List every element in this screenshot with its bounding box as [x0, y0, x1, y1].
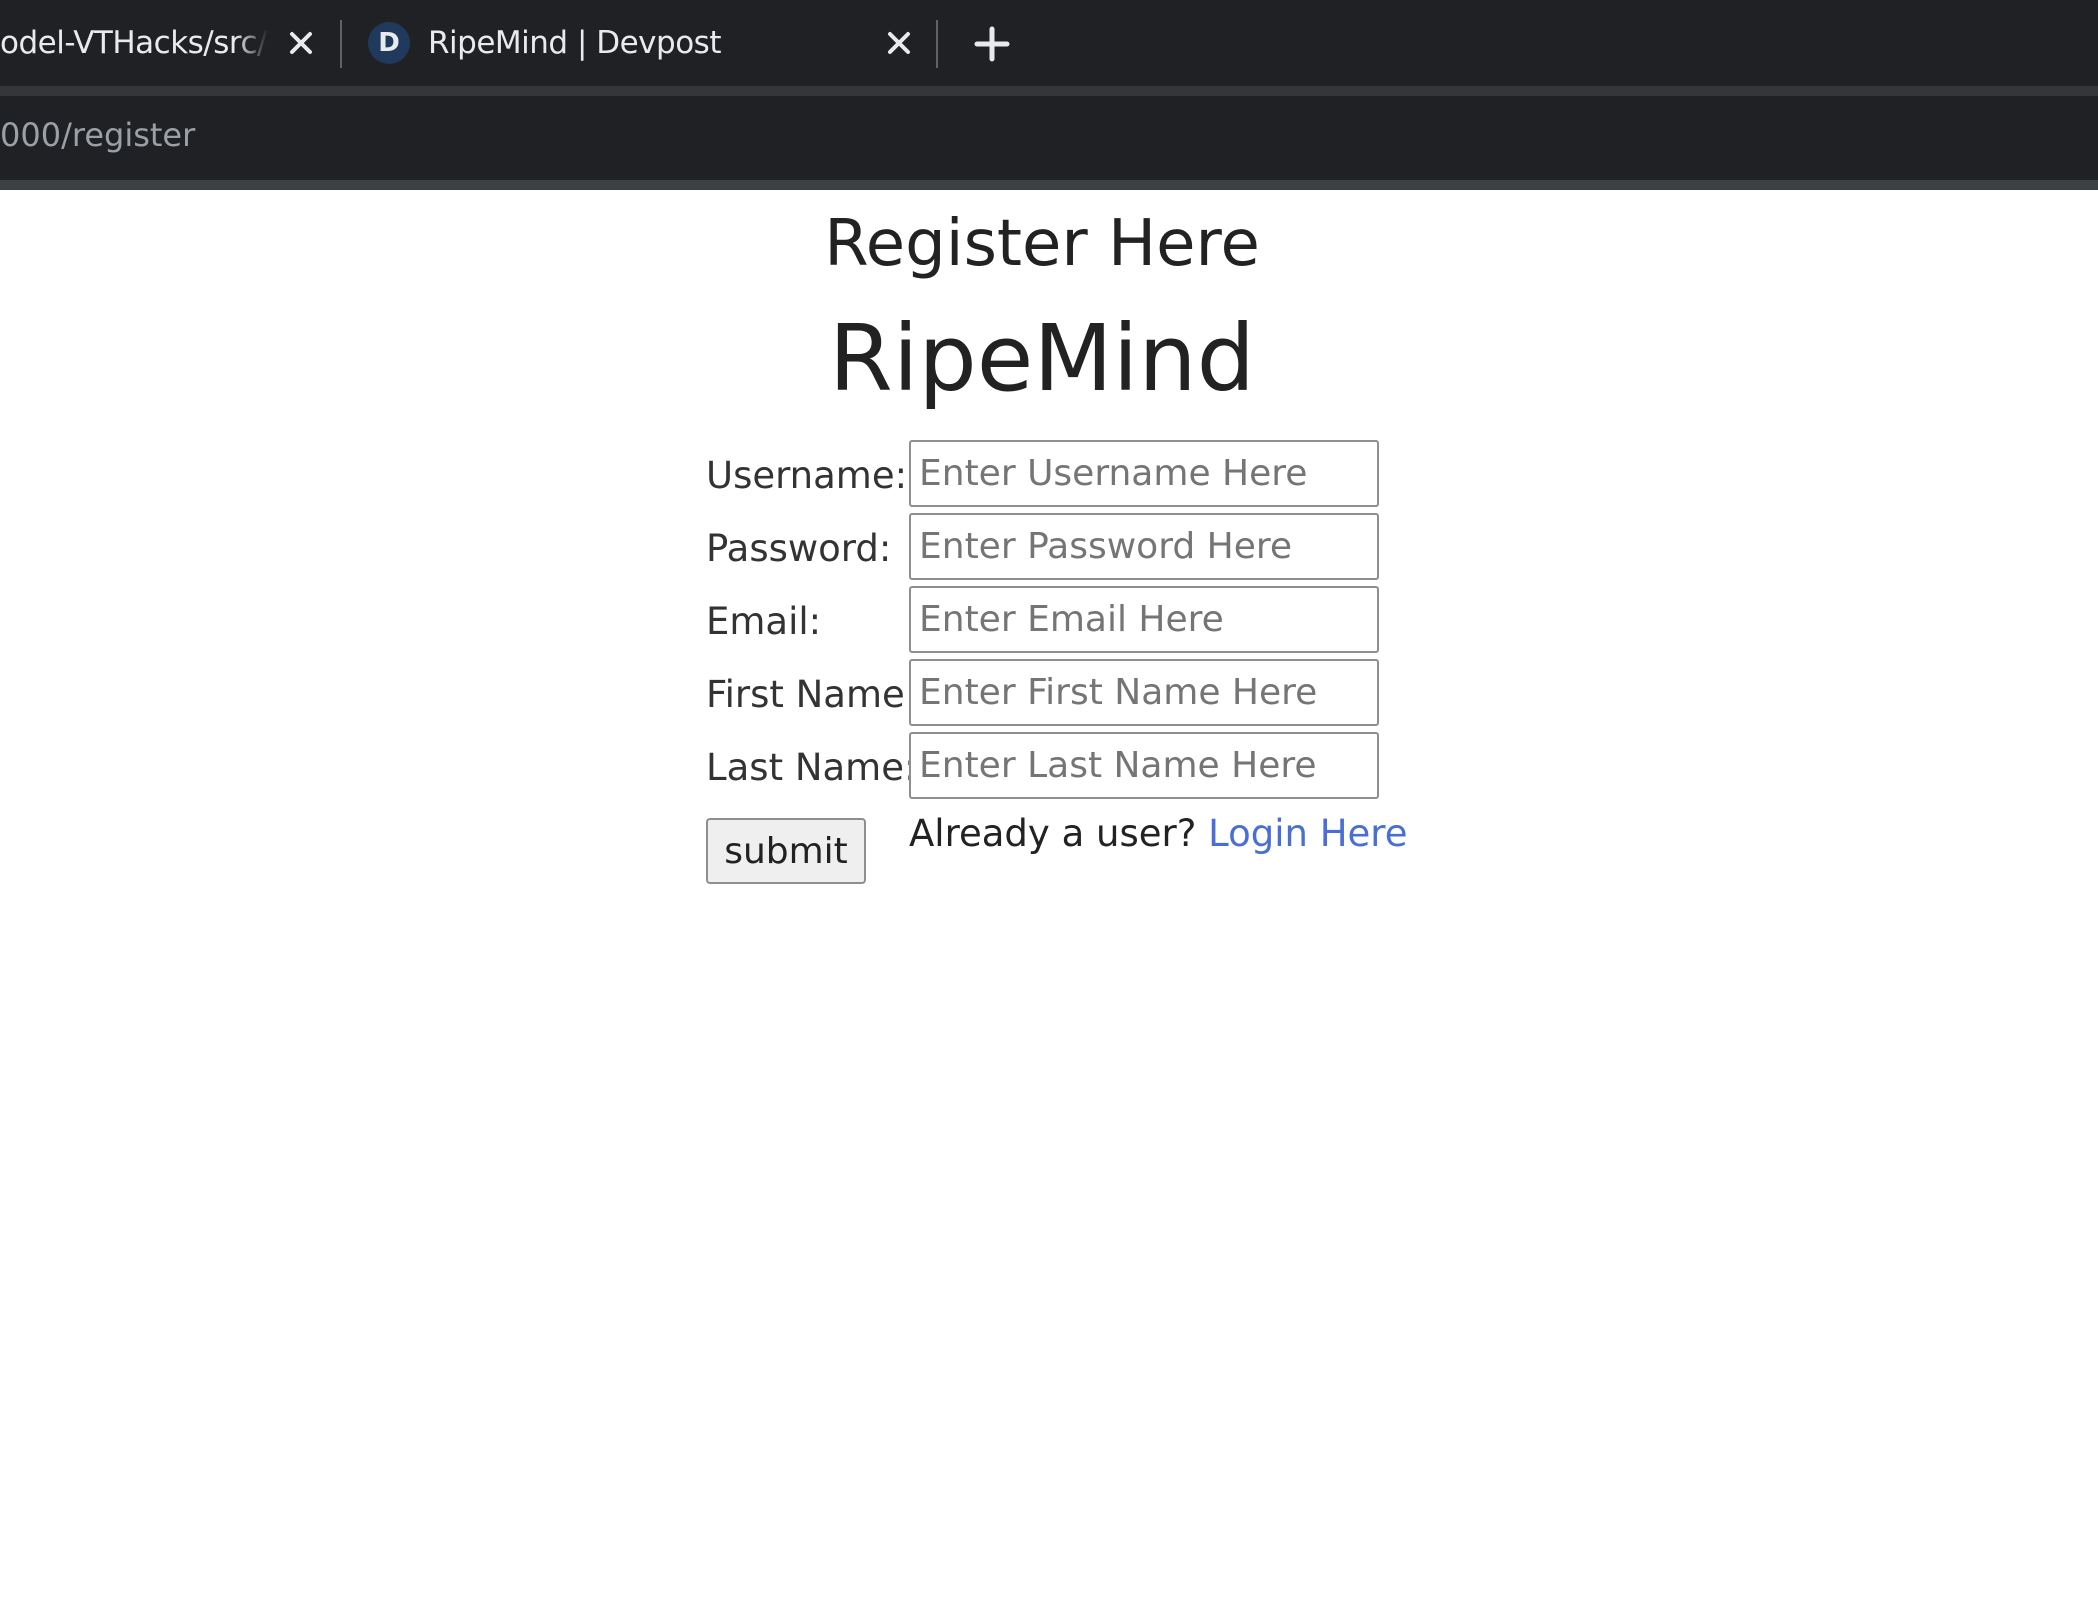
url-text[interactable]: 000/register	[0, 116, 195, 154]
first-name-label: First Name:	[706, 673, 918, 716]
submit-button[interactable]: submit	[706, 818, 866, 884]
login-link[interactable]: Login Here	[1208, 812, 1407, 855]
tab-title: odel-VTHacks/src/te	[0, 25, 268, 61]
toolbar-divider	[0, 86, 2098, 96]
email-input[interactable]	[909, 586, 1379, 653]
tab-ripemind-devpost[interactable]: D RipeMind | Devpost	[352, 8, 932, 78]
tab-separator	[340, 20, 342, 68]
page-heading: Register Here	[824, 207, 1260, 281]
browser-chrome: odel-VTHacks/src/te D RipeMind | Devpost	[0, 0, 2098, 190]
username-input[interactable]	[909, 440, 1379, 507]
close-icon[interactable]	[284, 26, 318, 60]
close-icon[interactable]	[882, 26, 916, 60]
address-bar[interactable]: 000/register	[0, 96, 2098, 180]
password-input[interactable]	[909, 513, 1379, 580]
first-name-input[interactable]	[909, 659, 1379, 726]
plus-icon[interactable]	[970, 22, 1014, 66]
brand-title: RipeMind	[828, 305, 1256, 412]
login-prompt: Already a user? Login Here	[909, 810, 1407, 858]
register-page: Register Here RipeMind Username: Passwor…	[0, 190, 2098, 1623]
tab-title: RipeMind | Devpost	[428, 25, 721, 61]
last-name-label: Last Name:	[706, 746, 917, 789]
login-prompt-text: Already a user?	[909, 812, 1197, 855]
last-name-input[interactable]	[909, 732, 1379, 799]
email-label: Email:	[706, 600, 822, 643]
chrome-bottom-border	[0, 180, 2098, 190]
devpost-favicon-icon: D	[368, 22, 410, 64]
tab-vthacks-source[interactable]: odel-VTHacks/src/te	[0, 8, 330, 78]
password-label: Password:	[706, 527, 892, 570]
tab-separator	[936, 20, 938, 68]
username-label: Username:	[706, 454, 908, 497]
tab-strip: odel-VTHacks/src/te D RipeMind | Devpost	[0, 0, 2098, 86]
